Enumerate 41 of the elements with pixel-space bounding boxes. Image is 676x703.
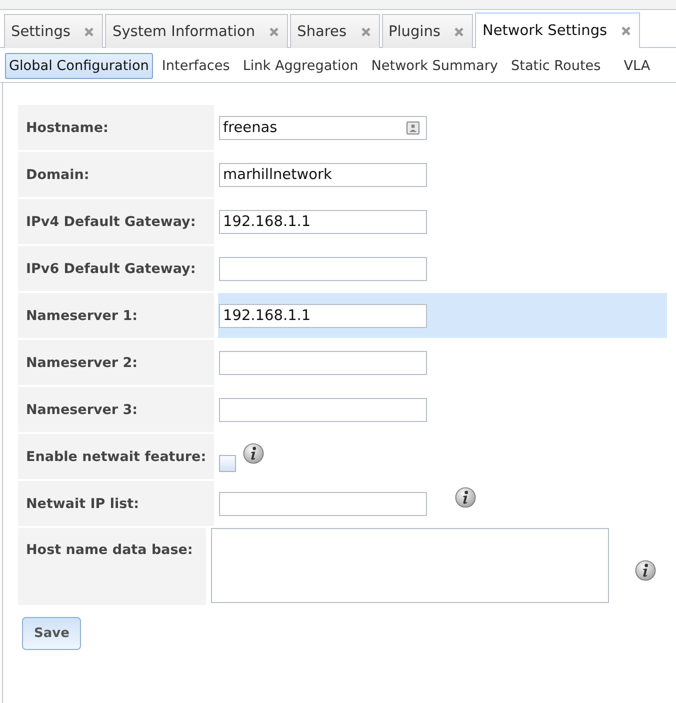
field-label: Host name data base: [18, 528, 206, 605]
subtab[interactable]: Static Routes [506, 53, 605, 79]
field-label: Netwait IP list: [18, 481, 214, 526]
tab[interactable]: System Information [105, 14, 288, 48]
contact-card-icon[interactable] [406, 120, 420, 134]
field-label: Nameserver 3: [18, 387, 214, 432]
info-icon[interactable] [635, 560, 656, 581]
input-field[interactable]: 192.168.1.1 [219, 304, 427, 328]
input-field[interactable]: marhillnetwork [219, 162, 427, 186]
text-area[interactable] [211, 528, 609, 603]
close-icon[interactable] [621, 26, 632, 36]
field-label: Hostname: [18, 105, 214, 150]
subtab[interactable]: Global Configuration [5, 53, 153, 79]
input-field[interactable]: 192.168.1.1 [219, 210, 427, 234]
input-field[interactable] [219, 350, 427, 374]
input-field[interactable] [219, 398, 427, 422]
info-icon[interactable] [455, 487, 476, 508]
field-label: Nameserver 1: [18, 293, 214, 338]
info-icon[interactable] [243, 443, 264, 464]
save-button[interactable]: Save [22, 617, 82, 650]
close-icon[interactable] [360, 26, 371, 36]
field-label: Enable netwait feature: [18, 434, 214, 479]
subtab[interactable]: Network Summary [367, 53, 502, 79]
subtab[interactable]: Link Aggregation [238, 53, 362, 79]
tab[interactable]: Plugins [382, 14, 474, 48]
field-label: IPv6 Default Gateway: [18, 246, 214, 291]
input-field[interactable]: freenas [219, 116, 427, 140]
close-icon[interactable] [269, 26, 280, 36]
field-label: Domain: [18, 152, 214, 197]
tab[interactable]: Settings [4, 14, 104, 48]
close-icon[interactable] [454, 26, 464, 36]
checkbox[interactable] [219, 455, 236, 472]
tab[interactable]: Network Settings [475, 12, 640, 48]
input-field[interactable] [219, 492, 427, 516]
field-label: Nameserver 2: [18, 340, 214, 385]
input-field[interactable] [219, 256, 427, 280]
close-icon[interactable] [84, 26, 94, 36]
field-label: IPv4 Default Gateway: [18, 199, 214, 244]
subtab[interactable]: Interfaces [158, 53, 234, 79]
tab[interactable]: Shares [290, 14, 380, 48]
subtab[interactable]: VLA [620, 53, 654, 79]
